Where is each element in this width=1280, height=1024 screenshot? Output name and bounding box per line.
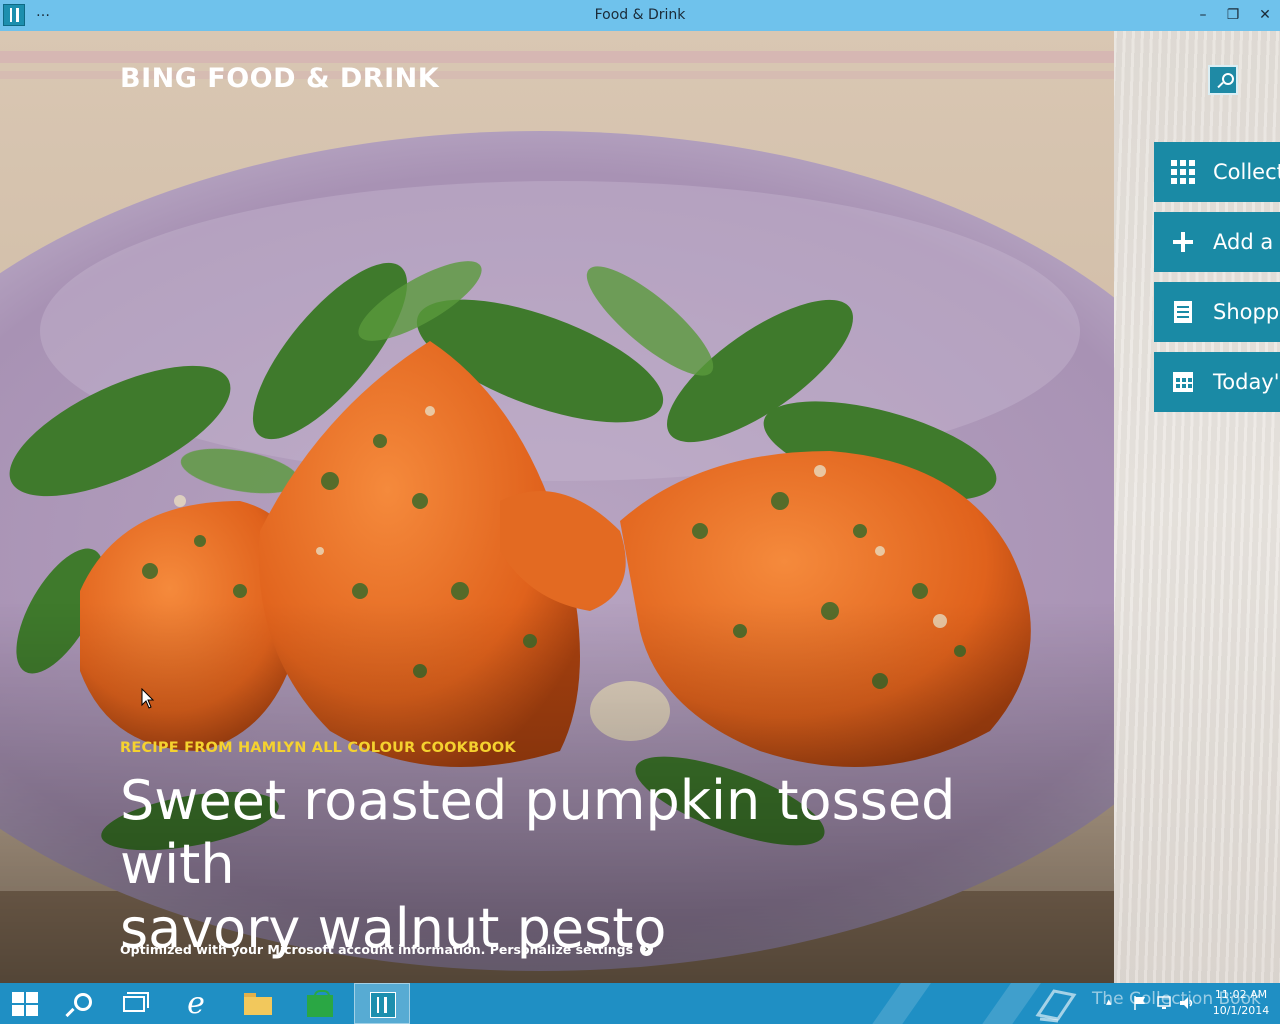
taskbar-search-button[interactable]	[52, 983, 108, 1024]
windows-logo-icon	[12, 992, 38, 1016]
nav-item-label: Add a recipe	[1213, 230, 1280, 254]
store-bag-icon	[307, 995, 333, 1017]
system-clock[interactable]: 11:02 AM 10/1/2014	[1206, 987, 1276, 1019]
taskbar: e The Collection Book ▴ 11:02 AM 10/1/20…	[0, 983, 1280, 1024]
mouse-cursor-icon	[141, 688, 155, 709]
internet-explorer-button[interactable]: e	[168, 983, 224, 1024]
network-icon[interactable]	[1156, 995, 1174, 1011]
calendar-icon	[1171, 370, 1195, 394]
nav-item-todays-menu[interactable]: Today's menu	[1154, 352, 1280, 412]
grid-icon	[1171, 160, 1195, 184]
clock-time: 11:02 AM	[1214, 988, 1268, 1001]
book-watermark-icon	[1035, 989, 1077, 1023]
nav-item-collections[interactable]: Collections	[1154, 142, 1280, 202]
internet-explorer-icon: e	[187, 986, 205, 1021]
window-title: Food & Drink	[594, 7, 686, 23]
start-button[interactable]	[0, 983, 56, 1024]
search-button[interactable]	[1208, 65, 1238, 95]
nav-item-shopping-list[interactable]: Shopping list	[1154, 282, 1280, 342]
close-button[interactable]: ✕	[1250, 0, 1280, 31]
search-icon	[1222, 73, 1234, 85]
side-navigation-panel: Collections Add a recipe Shopping list T…	[1114, 31, 1280, 983]
app-brand-title[interactable]: BING FOOD & DRINK	[120, 63, 439, 94]
folder-icon	[244, 997, 272, 1015]
task-view-button[interactable]	[108, 983, 164, 1024]
clock-date: 10/1/2014	[1212, 1004, 1270, 1017]
recipe-headline[interactable]: Sweet roasted pumpkin tossed with savory…	[120, 769, 1020, 961]
search-icon	[74, 993, 92, 1011]
maximize-button[interactable]: ❐	[1218, 0, 1248, 31]
volume-icon[interactable]	[1178, 995, 1196, 1011]
recipe-source[interactable]: RECIPE FROM HAMLYN ALL COLOUR COOKBOOK	[120, 740, 516, 756]
hero-panel[interactable]: BING FOOD & DRINK RECIPE FROM HAMLYN ALL…	[0, 31, 1114, 983]
file-explorer-button[interactable]	[230, 983, 286, 1024]
recipe-headline-line-1[interactable]: Sweet roasted pumpkin tossed with	[120, 769, 1020, 897]
nav-item-add-recipe[interactable]: Add a recipe	[1154, 212, 1280, 272]
show-hidden-icons-button[interactable]: ▴	[1106, 995, 1112, 1011]
store-button[interactable]	[292, 983, 348, 1024]
arrow-circle-icon: ›	[640, 943, 654, 956]
nav-item-label: Shopping list	[1213, 300, 1280, 324]
title-bar: … Food & Drink – ❐ ✕	[0, 0, 1280, 31]
personalize-settings-link[interactable]: Optimized with your Microsoft account in…	[120, 942, 654, 957]
nav-item-label: Today's menu	[1213, 370, 1280, 394]
nav-item-label: Collections	[1213, 160, 1280, 184]
personalize-settings-text: Optimized with your Microsoft account in…	[120, 942, 634, 957]
food-drink-icon	[370, 992, 396, 1018]
action-center-flag-icon[interactable]	[1132, 995, 1148, 1011]
clipboard-icon	[1171, 300, 1195, 324]
food-drink-taskbar-button[interactable]	[354, 983, 410, 1024]
minimize-button[interactable]: –	[1188, 0, 1218, 31]
plus-icon	[1171, 230, 1195, 254]
